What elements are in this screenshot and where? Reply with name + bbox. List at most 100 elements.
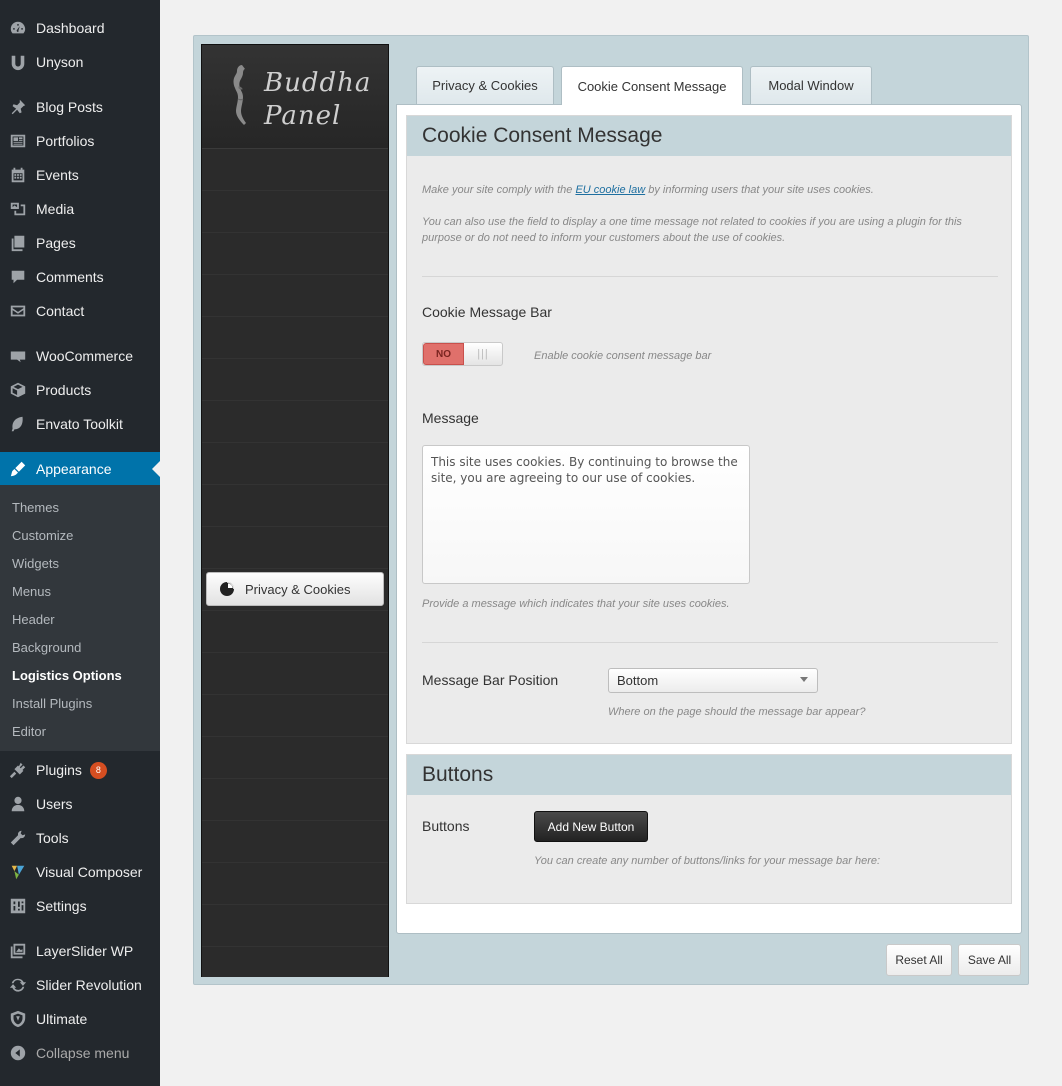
submenu-item-themes[interactable]: Themes bbox=[12, 500, 59, 515]
intro-description: Make your site comply with the EU cookie… bbox=[422, 182, 998, 198]
sidebar-label: Portfolios bbox=[36, 133, 95, 149]
sidebar-label: Ultimate bbox=[36, 1011, 88, 1027]
sidebar-label: Tools bbox=[36, 830, 69, 846]
submenu-item-install-plugins[interactable]: Install Plugins bbox=[12, 696, 92, 711]
sidebar-item-users[interactable]: Users bbox=[0, 787, 160, 821]
sidebar-item-blog-posts[interactable]: Blog Posts bbox=[0, 90, 160, 124]
sidebar-label: Products bbox=[36, 382, 92, 398]
toggle-description: Enable cookie consent message bar bbox=[534, 350, 712, 362]
panel-nav-list bbox=[202, 149, 388, 977]
sidebar-label: Appearance bbox=[36, 461, 112, 477]
sidebar-label: Comments bbox=[36, 269, 104, 285]
sidebar-item-events[interactable]: Events bbox=[0, 158, 160, 192]
submenu-item-widgets[interactable]: Widgets bbox=[12, 556, 59, 571]
save-all-button[interactable]: Save All bbox=[958, 944, 1021, 976]
unyson-icon bbox=[0, 53, 36, 71]
panel-logo: Buddha Panel bbox=[202, 45, 388, 149]
pin-icon bbox=[0, 98, 36, 116]
intro-description-2: You can also use the field to display a … bbox=[422, 216, 962, 244]
sidebar-item-slider-revolution[interactable]: Slider Revolution bbox=[0, 968, 160, 1002]
box-icon bbox=[0, 381, 36, 399]
sidebar-item-dashboard[interactable]: Dashboard bbox=[0, 11, 160, 45]
sidebar-item-envato-toolkit[interactable]: Envato Toolkit bbox=[0, 407, 160, 441]
sidebar-label: Contact bbox=[36, 303, 85, 319]
submenu-item-background[interactable]: Background bbox=[12, 640, 81, 655]
message-bar-position-select[interactable]: Bottom bbox=[608, 668, 818, 693]
sidebar-item-plugins[interactable]: Plugins 8 bbox=[0, 753, 160, 787]
eu-cookie-law-link[interactable]: EU cookie law bbox=[575, 184, 645, 196]
reset-all-button[interactable]: Reset All bbox=[886, 944, 952, 976]
settings-icon bbox=[0, 897, 36, 915]
sidebar-label: Envato Toolkit bbox=[36, 416, 123, 432]
sidebar-item-media[interactable]: Media bbox=[0, 192, 160, 226]
divider bbox=[422, 276, 998, 277]
sidebar-item-portfolios[interactable]: Portfolios bbox=[0, 124, 160, 158]
tab-privacy-cookies[interactable]: Privacy & Cookies bbox=[416, 66, 554, 104]
brush-icon bbox=[0, 460, 36, 478]
sidebar-label: Settings bbox=[36, 898, 87, 914]
user-icon bbox=[0, 795, 36, 813]
cookie-message-bar-label: Cookie Message Bar bbox=[422, 304, 552, 320]
sidebar-item-woocommerce[interactable]: WooCommerce bbox=[0, 339, 160, 373]
intro-text-pre: Make your site comply with the bbox=[422, 184, 576, 196]
buttons-description: You can create any number of buttons/lin… bbox=[534, 855, 881, 867]
sidebar-item-ultimate[interactable]: Ultimate bbox=[0, 1002, 160, 1036]
sidebar-item-appearance[interactable]: Appearance bbox=[0, 452, 160, 486]
message-description: Provide a message which indicates that y… bbox=[422, 598, 730, 610]
sidebar-label: Unyson bbox=[36, 54, 84, 70]
collapse-menu-button[interactable]: Collapse menu bbox=[0, 1036, 160, 1070]
sidebar-label: Pages bbox=[36, 235, 76, 251]
sidebar-item-unyson[interactable]: Unyson bbox=[0, 45, 160, 79]
shield-icon bbox=[0, 1010, 36, 1028]
sidebar-item-products[interactable]: Products bbox=[0, 373, 160, 407]
collapse-icon bbox=[0, 1044, 36, 1062]
message-bar-position-label: Message Bar Position bbox=[422, 672, 559, 688]
sidebar-item-tools[interactable]: Tools bbox=[0, 821, 160, 855]
submenu-item-customize[interactable]: Customize bbox=[12, 528, 73, 543]
divider bbox=[422, 642, 998, 643]
layers-icon bbox=[0, 942, 36, 960]
toggle-grip-icon: ||| bbox=[477, 348, 489, 360]
section-title: Buttons bbox=[407, 755, 1011, 795]
submenu-item-header[interactable]: Header bbox=[12, 612, 55, 627]
sidebar-item-comments[interactable]: Comments bbox=[0, 260, 160, 294]
pages-icon bbox=[0, 234, 36, 252]
toggle-state: NO bbox=[423, 343, 464, 365]
chevron-down-icon bbox=[800, 677, 808, 682]
pie-chart-icon bbox=[217, 579, 237, 599]
vc-icon bbox=[0, 863, 36, 881]
sidebar-item-pages[interactable]: Pages bbox=[0, 226, 160, 260]
plugins-update-badge: 8 bbox=[89, 761, 107, 779]
panel-navigation: Buddha Panel Privacy & Cookies bbox=[201, 44, 389, 977]
sidebar-item-contact[interactable]: Contact bbox=[0, 294, 160, 328]
panel-nav-item-privacy-cookies[interactable]: Privacy & Cookies bbox=[206, 572, 384, 606]
mail-icon bbox=[0, 302, 36, 320]
sidebar-label: Slider Revolution bbox=[36, 977, 142, 993]
sidebar-label: Dashboard bbox=[36, 20, 105, 36]
add-new-button[interactable]: Add New Button bbox=[534, 811, 648, 842]
tab-modal-window[interactable]: Modal Window bbox=[750, 66, 872, 104]
cookie-bar-toggle[interactable]: NO ||| bbox=[422, 342, 503, 366]
message-textarea[interactable] bbox=[422, 445, 750, 584]
options-panel: Buddha Panel Privacy & Cookies Privacy &… bbox=[193, 35, 1029, 985]
section-title: Cookie Consent Message bbox=[407, 116, 1011, 156]
submenu-item-menus[interactable]: Menus bbox=[12, 584, 51, 599]
message-label: Message bbox=[422, 410, 479, 426]
portfolio-icon bbox=[0, 132, 36, 150]
appearance-submenu: Themes Customize Widgets Menus Header Ba… bbox=[0, 485, 160, 751]
sidebar-item-settings[interactable]: Settings bbox=[0, 889, 160, 923]
submenu-item-editor[interactable]: Editor bbox=[12, 724, 46, 739]
sidebar-item-visual-composer[interactable]: Visual Composer bbox=[0, 855, 160, 889]
position-description: Where on the page should the message bar… bbox=[608, 706, 866, 718]
admin-sidebar: Dashboard Unyson Blog Posts Portfolios E… bbox=[0, 0, 160, 1086]
sidebar-label: Plugins bbox=[36, 762, 82, 778]
sidebar-item-layerslider[interactable]: LayerSlider WP bbox=[0, 934, 160, 968]
tab-content: Cookie Consent Message Make your site co… bbox=[396, 104, 1022, 934]
submenu-item-logistics-options[interactable]: Logistics Options bbox=[12, 668, 122, 683]
leaf-icon bbox=[0, 415, 36, 433]
logo-line2: Panel bbox=[264, 101, 342, 131]
media-icon bbox=[0, 200, 36, 218]
panel-nav-item-label: Privacy & Cookies bbox=[245, 581, 351, 597]
buddha-face-icon bbox=[233, 65, 246, 125]
tab-cookie-consent-message[interactable]: Cookie Consent Message bbox=[561, 66, 743, 105]
